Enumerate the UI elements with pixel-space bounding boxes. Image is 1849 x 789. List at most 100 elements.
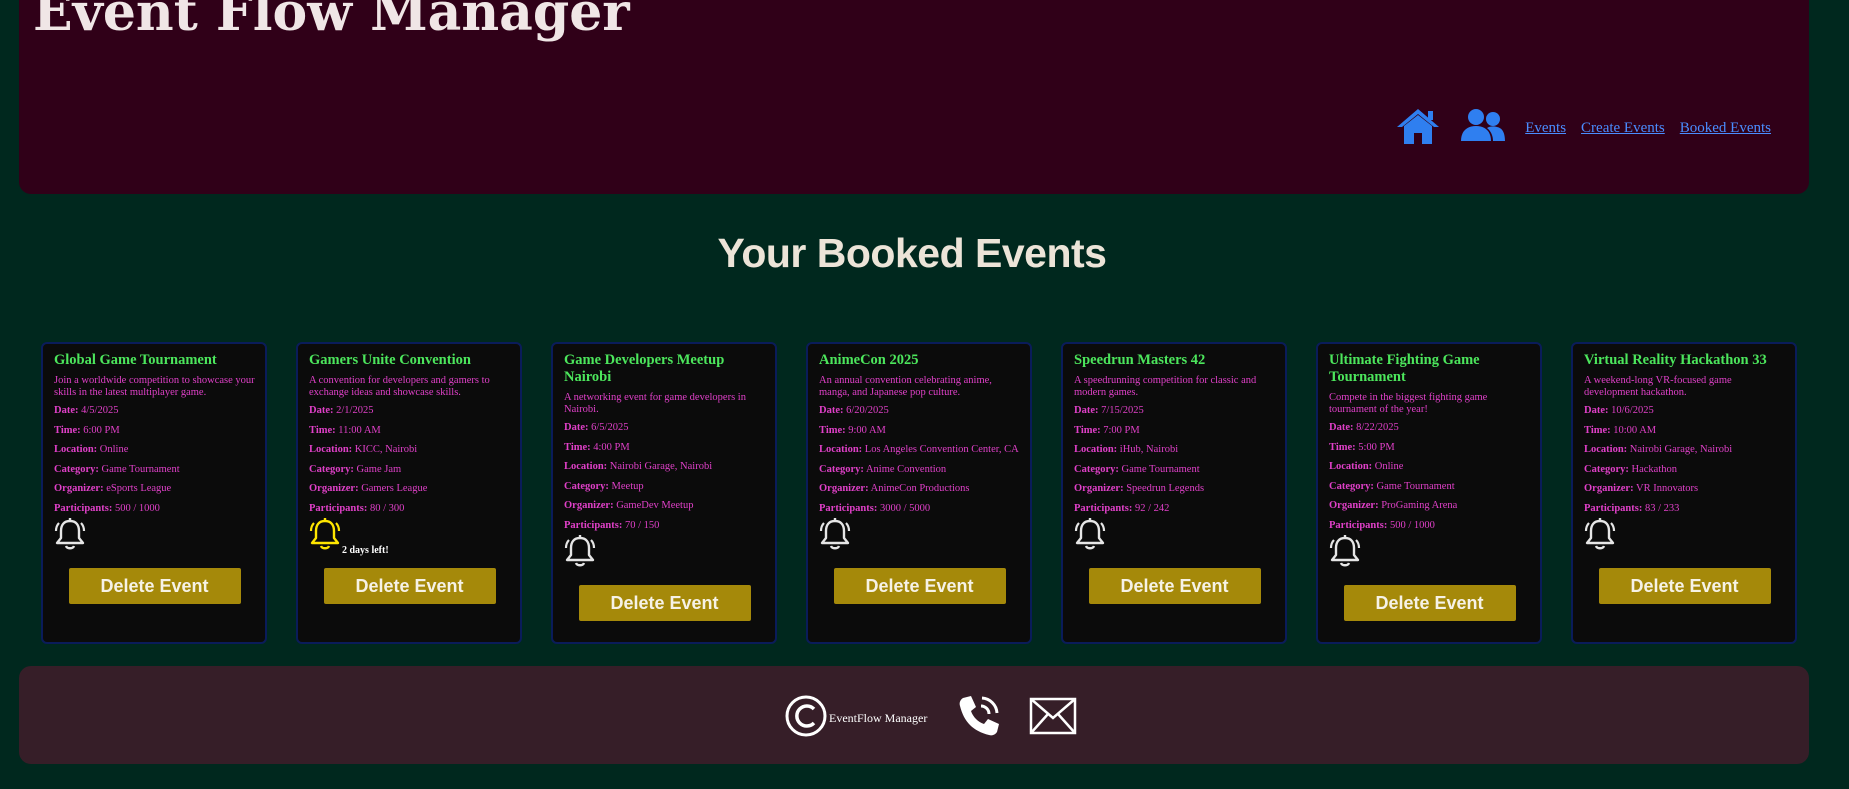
event-location-value: Nairobi Garage, Nairobi (609, 461, 713, 472)
event-participants: Participants: 80 / 300 (309, 503, 510, 516)
event-card: Global Game Tournament Join a worldwide c… (41, 342, 267, 644)
home-icon[interactable] (1395, 106, 1441, 151)
event-participants-value: 500 / 1000 (1389, 519, 1435, 531)
event-time-value: 4:00 PM (593, 441, 630, 453)
event-location: Location: Online (54, 444, 255, 457)
delete-event-button[interactable]: Delete Event (323, 568, 496, 604)
event-organizer-value: VR Innovators (1636, 483, 1699, 494)
event-title: Virtual Reality Hackathon 33 (1584, 352, 1767, 368)
nav-link-create-events[interactable]: Create Events (1581, 120, 1665, 137)
bell-icon[interactable] (819, 517, 851, 556)
event-participants-label: Participants: (564, 519, 623, 531)
nav-link-booked-events[interactable]: Booked Events (1680, 120, 1771, 137)
event-organizer: Organizer: ProGaming Arena (1329, 500, 1530, 513)
event-organizer: Organizer: eSports League (54, 483, 255, 496)
event-date: Date: 6/5/2025 (564, 422, 765, 435)
event-time-label: Time: (1074, 424, 1101, 436)
event-date-value: 4/5/2025 (81, 405, 119, 416)
event-category-label: Category: (1329, 480, 1374, 492)
event-time-label: Time: (1584, 424, 1611, 436)
reminder-row: 2 days left! (309, 518, 510, 556)
event-participants: Participants: 83 / 233 (1584, 503, 1785, 516)
bell-icon[interactable] (1584, 517, 1616, 556)
event-organizer-value: AnimeCon Productions (870, 483, 970, 494)
event-time: Time: 11:00 AM (309, 425, 510, 438)
bell-icon[interactable] (1074, 517, 1106, 556)
event-card: Speedrun Masters 42 A speedrunning compet… (1061, 342, 1287, 644)
event-date-label: Date: (564, 422, 589, 433)
delete-event-button[interactable]: Delete Event (1088, 568, 1261, 604)
event-participants-label: Participants: (1584, 502, 1643, 514)
event-time-label: Time: (819, 424, 846, 436)
event-date: Date: 8/22/2025 (1329, 422, 1530, 435)
event-title: Global Game Tournament (54, 352, 217, 368)
event-time: Time: 7:00 PM (1074, 425, 1275, 438)
event-location-value: iHub, Nairobi (1119, 444, 1179, 455)
reminder-row (1329, 535, 1530, 573)
bell-icon[interactable] (54, 517, 86, 556)
delete-event-button[interactable]: Delete Event (578, 585, 751, 621)
delete-event-button[interactable]: Delete Event (68, 568, 241, 604)
event-participants-label: Participants: (819, 502, 878, 514)
event-participants-label: Participants: (1074, 502, 1133, 514)
event-organizer-value: Speedrun Legends (1126, 483, 1205, 494)
event-organizer: Organizer: GameDev Meetup (564, 500, 765, 513)
event-category-value: Hackathon (1631, 463, 1678, 475)
bell-icon[interactable] (1329, 534, 1361, 573)
event-date-value: 6/20/2025 (846, 405, 889, 416)
reminder-row (564, 535, 765, 573)
event-participants-label: Participants: (1329, 519, 1388, 531)
event-time-value: 10:00 AM (1613, 424, 1657, 436)
delete-event-button[interactable]: Delete Event (1343, 585, 1516, 621)
event-location-label: Location: (564, 461, 608, 472)
event-location-value: Los Angeles Convention Center, CA (864, 444, 1019, 455)
event-category: Category: Hackathon (1584, 464, 1785, 477)
event-location: Location: KICC, Nairobi (309, 444, 510, 457)
event-organizer-value: Gamers League (361, 483, 428, 494)
event-organizer-label: Organizer: (54, 483, 104, 494)
copyright-text: EventFlow Manager (829, 711, 928, 725)
event-time: Time: 9:00 AM (819, 425, 1020, 438)
reminder-row (1584, 518, 1785, 556)
delete-event-button[interactable]: Delete Event (1598, 568, 1771, 604)
event-description: An annual convention celebrating anime, … (819, 375, 992, 398)
event-category: Category: Meetup (564, 481, 765, 494)
event-category-label: Category: (1074, 463, 1119, 475)
event-category: Category: Game Tournament (54, 464, 255, 477)
mail-icon[interactable] (1029, 696, 1077, 741)
delete-event-button[interactable]: Delete Event (833, 568, 1006, 604)
event-participants-value: 80 / 300 (369, 502, 405, 514)
event-location-label: Location: (309, 444, 353, 455)
event-date-label: Date: (54, 405, 79, 416)
event-organizer-label: Organizer: (564, 500, 614, 511)
event-participants-value: 70 / 150 (624, 519, 660, 531)
users-icon[interactable] (1459, 107, 1507, 150)
event-date: Date: 7/15/2025 (1074, 405, 1275, 418)
event-date: Date: 4/5/2025 (54, 405, 255, 418)
phone-icon[interactable] (955, 692, 1003, 745)
event-description: A convention for developers and gamers t… (309, 375, 490, 398)
event-cards: Global Game Tournament Join a worldwide c… (41, 342, 1797, 644)
app-footer: EventFlow Manager (19, 666, 1809, 764)
event-description: A networking event for game developers i… (564, 392, 746, 415)
event-date: Date: 10/6/2025 (1584, 405, 1785, 418)
event-time: Time: 6:00 PM (54, 425, 255, 438)
event-title: Game Developers Meetup Nairobi (564, 352, 725, 385)
event-location-label: Location: (1074, 444, 1118, 455)
event-category-value: Game Tournament (1121, 463, 1200, 475)
app-header: Event Flow Manager Events Create Events … (19, 0, 1809, 194)
event-category-label: Category: (1584, 463, 1629, 475)
bell-icon[interactable] (564, 534, 596, 573)
bell-icon[interactable] (309, 517, 341, 556)
reminder-row (819, 518, 1020, 556)
event-description: A speedrunning competition for classic a… (1074, 375, 1257, 398)
event-date: Date: 2/1/2025 (309, 405, 510, 418)
event-time: Time: 10:00 AM (1584, 425, 1785, 438)
reminder-row (54, 518, 255, 556)
nav-link-events[interactable]: Events (1525, 120, 1566, 137)
event-category-label: Category: (54, 463, 99, 475)
event-organizer-value: eSports League (106, 483, 172, 494)
event-date-value: 7/15/2025 (1101, 405, 1144, 416)
event-card: Virtual Reality Hackathon 33 A weekend-lo… (1571, 342, 1797, 644)
event-category-value: Anime Convention (865, 463, 947, 475)
